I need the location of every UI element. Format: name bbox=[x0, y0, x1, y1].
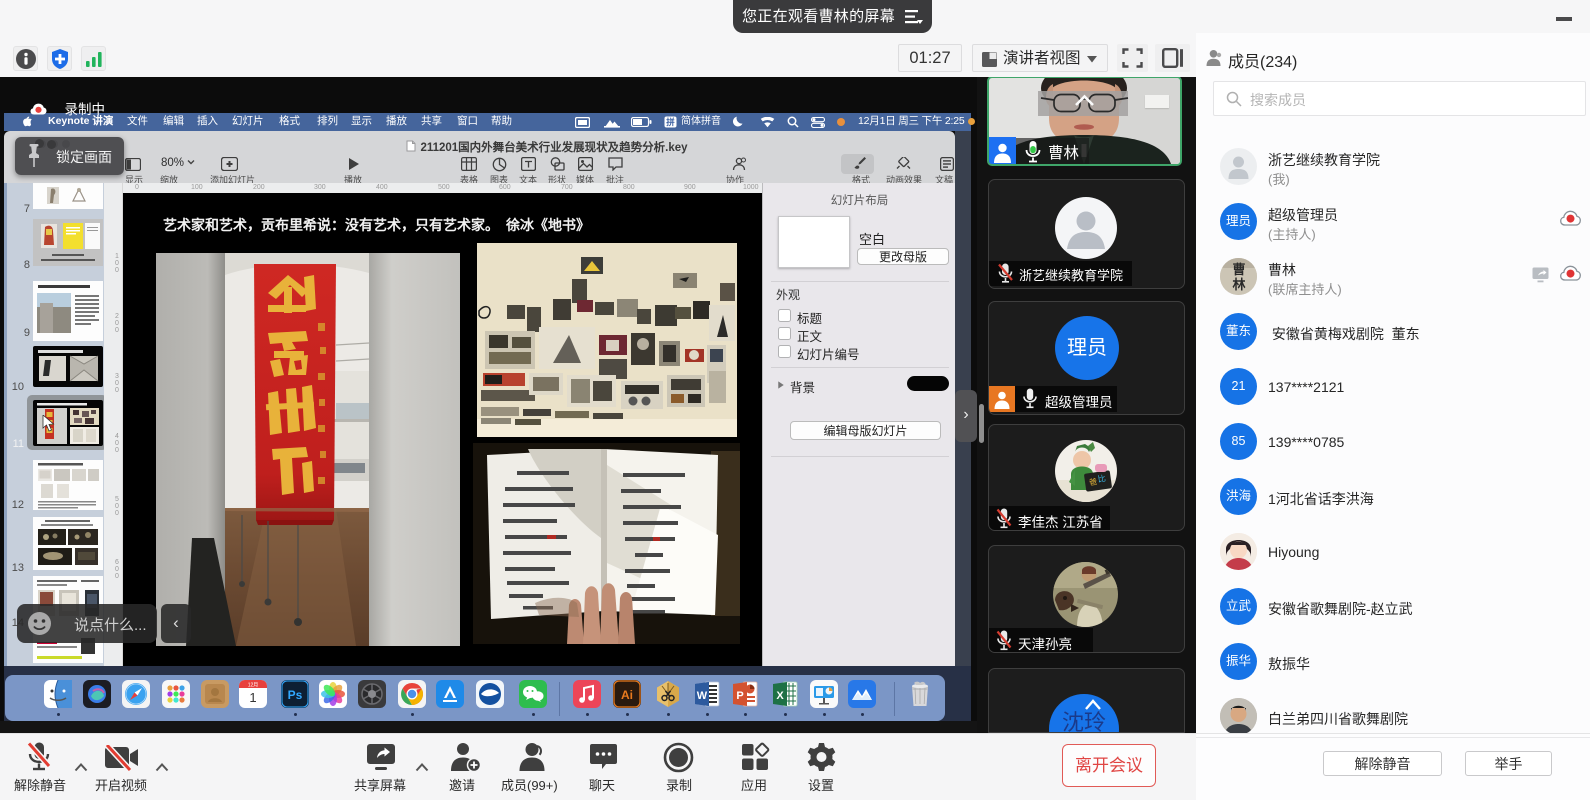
svg-text:拼: 拼 bbox=[666, 117, 675, 127]
svg-text:Ai: Ai bbox=[621, 688, 633, 702]
svg-text:1: 1 bbox=[249, 690, 256, 705]
svg-text:Ps: Ps bbox=[288, 688, 303, 702]
svg-text:W: W bbox=[697, 690, 708, 702]
svg-text:林: 林 bbox=[1232, 277, 1245, 292]
svg-text:比: 比 bbox=[1097, 473, 1106, 484]
svg-text:曹: 曹 bbox=[1232, 262, 1245, 277]
svg-text:爸: 爸 bbox=[1088, 476, 1097, 487]
svg-text:P: P bbox=[736, 690, 743, 702]
svg-text:12月: 12月 bbox=[248, 683, 259, 689]
svg-text:X: X bbox=[776, 690, 784, 702]
